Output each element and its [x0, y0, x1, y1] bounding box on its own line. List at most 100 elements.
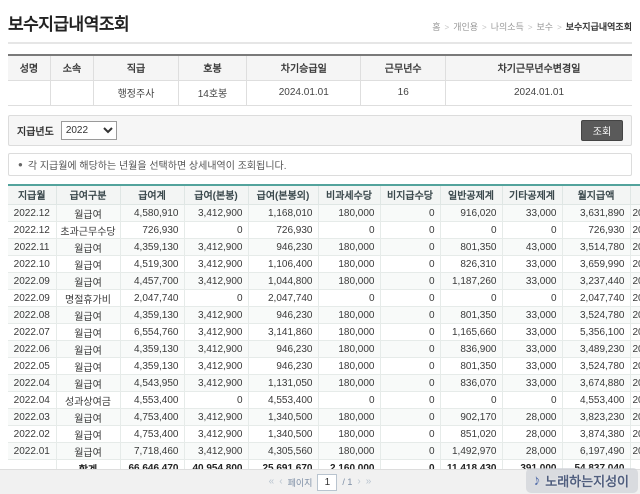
amount-cell: 0	[380, 290, 440, 307]
amount-cell: 0	[440, 392, 502, 409]
amount-cell: 1,340,500	[248, 409, 318, 426]
amount-cell: 2,047,740	[120, 290, 184, 307]
payment-month-cell[interactable]: 2022.08	[8, 307, 56, 324]
amount-cell: 4,753,400	[120, 409, 184, 426]
amount-cell: 801,350	[440, 307, 502, 324]
amount-cell: 1,168,010	[248, 205, 318, 222]
breadcrumb-item[interactable]: 개인용	[453, 22, 478, 32]
employee-info-header: 차기근무년수변경일	[446, 55, 632, 80]
filter-bar: 지급년도 2022 조회	[8, 115, 632, 146]
watermark-badge: ♪ 노래하는지성이	[526, 468, 638, 493]
amount-cell: 0	[380, 324, 440, 341]
amount-cell: 6,197,490	[562, 443, 630, 460]
payment-row: 2022.10월급여4,519,3003,412,9001,106,400180…	[8, 256, 640, 273]
notice-text: 각 지급월에 해당하는 년월을 선택하면 상세내역이 조회됩니다.	[28, 157, 287, 172]
payment-year-label: 지급년도	[17, 123, 54, 138]
column-header: 급여(본봉외)	[248, 185, 318, 205]
page-total: / 1	[342, 477, 352, 487]
employee-info-value: 2024.01.01	[247, 80, 361, 105]
payment-row: 2022.12초과근무수당726,9300726,9300000726,9302…	[8, 222, 640, 239]
amount-cell: 3,659,990	[562, 256, 630, 273]
page-number-input[interactable]	[317, 474, 337, 491]
clipped-date-cell: 20	[630, 205, 640, 222]
amount-cell: 180,000	[318, 375, 380, 392]
payment-month-cell[interactable]: 2022.01	[8, 443, 56, 460]
payment-month-cell[interactable]: 2022.12	[8, 205, 56, 222]
pay-type-cell: 월급여	[56, 256, 120, 273]
employee-info-value: 16	[361, 80, 446, 105]
amount-cell: 946,230	[248, 239, 318, 256]
payment-year-select[interactable]: 2022	[61, 121, 117, 140]
payment-row: 2022.08월급여4,359,1303,412,900946,230180,0…	[8, 307, 640, 324]
payment-month-cell[interactable]: 2022.11	[8, 239, 56, 256]
search-button[interactable]: 조회	[581, 120, 623, 141]
breadcrumb-item[interactable]: 나의소득	[491, 22, 524, 32]
music-note-icon: ♪	[531, 471, 542, 489]
clipped-date-cell: 20	[630, 443, 640, 460]
amount-cell: 4,553,400	[562, 392, 630, 409]
payment-month-cell[interactable]: 2022.02	[8, 426, 56, 443]
payment-month-cell[interactable]: 2022.04	[8, 375, 56, 392]
amount-cell: 4,305,560	[248, 443, 318, 460]
employee-info-header: 성명	[8, 55, 50, 80]
amount-cell: 4,359,130	[120, 239, 184, 256]
amount-cell: 5,356,100	[562, 324, 630, 341]
amount-cell: 902,170	[440, 409, 502, 426]
employee-info-value: 14호봉	[178, 80, 246, 105]
page-first-icon[interactable]: «	[269, 477, 275, 487]
amount-cell: 4,553,400	[120, 392, 184, 409]
breadcrumb-separator: >	[557, 23, 562, 32]
watermark-text: 노래하는지성이	[545, 471, 629, 490]
page-next-icon[interactable]: ›	[357, 477, 360, 487]
amount-cell: 946,230	[248, 358, 318, 375]
amount-cell: 916,020	[440, 205, 502, 222]
amount-cell: 1,165,660	[440, 324, 502, 341]
payment-month-cell[interactable]: 2022.12	[8, 222, 56, 239]
amount-cell: 0	[184, 290, 248, 307]
amount-cell: 1,187,260	[440, 273, 502, 290]
amount-cell: 0	[184, 222, 248, 239]
amount-cell: 3,674,880	[562, 375, 630, 392]
payment-month-cell[interactable]: 2022.09	[8, 273, 56, 290]
page-title: 보수지급내역조회	[8, 10, 129, 35]
amount-cell: 3,412,900	[184, 375, 248, 392]
payment-row: 2022.09월급여4,457,7003,412,9001,044,800180…	[8, 273, 640, 290]
breadcrumb-item: 보수지급내역조회	[566, 22, 632, 32]
page-prev-icon[interactable]: ‹	[279, 477, 282, 487]
amount-cell: 3,524,780	[562, 358, 630, 375]
pay-type-cell: 월급여	[56, 324, 120, 341]
amount-cell: 180,000	[318, 426, 380, 443]
payment-month-cell[interactable]: 2022.03	[8, 409, 56, 426]
breadcrumb-item[interactable]: 보수	[537, 22, 554, 32]
amount-cell: 3,412,900	[184, 324, 248, 341]
clipped-date-cell: 20	[630, 409, 640, 426]
amount-cell: 4,553,400	[248, 392, 318, 409]
amount-cell: 180,000	[318, 409, 380, 426]
employee-info-value	[8, 80, 50, 105]
column-header: 월지급액	[562, 185, 630, 205]
amount-cell: 180,000	[318, 341, 380, 358]
payment-month-cell[interactable]: 2022.07	[8, 324, 56, 341]
page-last-icon[interactable]: »	[366, 477, 372, 487]
employee-info-header: 소속	[50, 55, 93, 80]
payment-month-cell[interactable]: 2022.06	[8, 341, 56, 358]
payment-month-cell[interactable]: 2022.04	[8, 392, 56, 409]
payment-month-cell[interactable]: 2022.10	[8, 256, 56, 273]
clipped-date-cell: 20	[630, 273, 640, 290]
breadcrumb-separator: >	[482, 23, 487, 32]
payment-row: 2022.09명절휴가비2,047,74002,047,74000002,047…	[8, 290, 640, 307]
payment-row: 2022.05월급여4,359,1303,412,900946,230180,0…	[8, 358, 640, 375]
amount-cell: 4,359,130	[120, 307, 184, 324]
clipped-date-cell: 20	[630, 358, 640, 375]
amount-cell: 0	[502, 392, 562, 409]
amount-cell: 0	[380, 222, 440, 239]
payment-month-cell[interactable]: 2022.05	[8, 358, 56, 375]
payment-month-cell[interactable]: 2022.09	[8, 290, 56, 307]
breadcrumb-item[interactable]: 홈	[432, 22, 440, 32]
amount-cell: 851,020	[440, 426, 502, 443]
amount-cell: 3,141,860	[248, 324, 318, 341]
amount-cell: 0	[380, 239, 440, 256]
amount-cell: 0	[380, 273, 440, 290]
clipped-date-cell: 20	[630, 341, 640, 358]
amount-cell: 3,412,900	[184, 409, 248, 426]
